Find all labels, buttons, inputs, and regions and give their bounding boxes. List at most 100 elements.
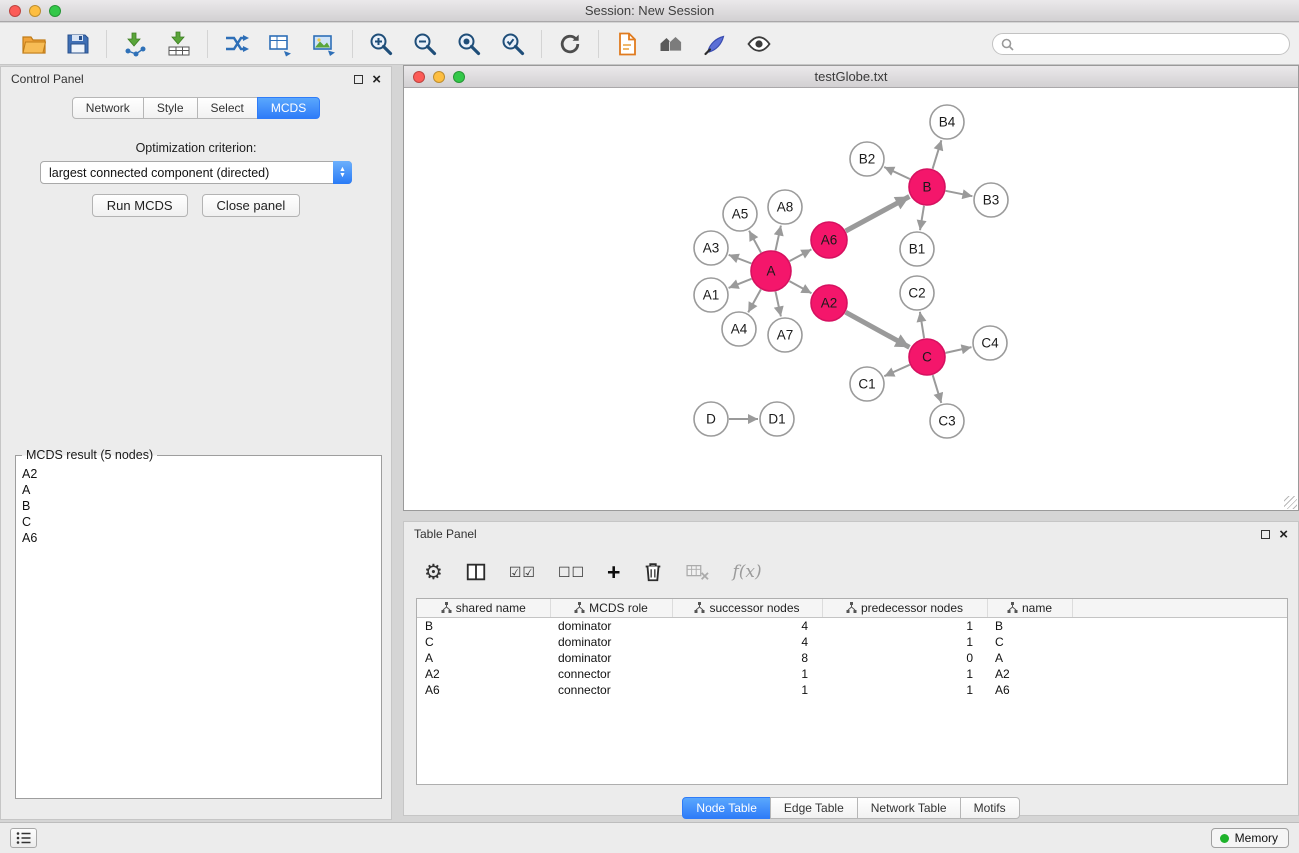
graph-node-A7[interactable]: A7 xyxy=(768,318,802,352)
table-cell[interactable]: A6 xyxy=(987,682,1072,698)
table-row[interactable]: Bdominator41B xyxy=(417,618,1287,635)
graph-node-C3[interactable]: C3 xyxy=(930,404,964,438)
table-cell[interactable]: A xyxy=(417,650,550,666)
table-row[interactable]: Cdominator41C xyxy=(417,634,1287,650)
graph-edge[interactable] xyxy=(789,281,811,293)
graph-edge[interactable] xyxy=(729,279,752,288)
table-row[interactable]: A6connector11A6 xyxy=(417,682,1287,698)
memory-button[interactable]: Memory xyxy=(1211,828,1289,848)
result-item[interactable]: B xyxy=(22,498,375,514)
graph-node-B3[interactable]: B3 xyxy=(974,183,1008,217)
close-panel-icon[interactable]: × xyxy=(372,75,381,84)
table-row[interactable]: Adominator80A xyxy=(417,650,1287,666)
graph-node-B4[interactable]: B4 xyxy=(930,105,964,139)
zoom-fit-button[interactable] xyxy=(455,30,483,58)
result-item[interactable]: A6 xyxy=(22,530,375,546)
column-header[interactable]: successor nodes xyxy=(672,599,822,618)
select-all-rows-icon[interactable]: ☑☑ xyxy=(509,564,536,581)
column-header[interactable]: shared name xyxy=(417,599,550,618)
table-cell[interactable]: dominator xyxy=(550,618,672,635)
result-item[interactable]: A xyxy=(22,482,375,498)
table-cell[interactable]: 8 xyxy=(672,650,822,666)
column-header[interactable]: name xyxy=(987,599,1072,618)
graph-node-A2[interactable]: A2 xyxy=(811,285,847,321)
table-cell[interactable]: 0 xyxy=(822,650,987,666)
graph-node-A1[interactable]: A1 xyxy=(694,278,728,312)
table-cell[interactable]: C xyxy=(417,634,550,650)
graph-node-A4[interactable]: A4 xyxy=(722,312,756,346)
search-input[interactable] xyxy=(1019,37,1281,51)
table-cell[interactable]: B xyxy=(417,618,550,635)
close-table-panel-icon[interactable]: × xyxy=(1279,530,1288,539)
graph-node-B1[interactable]: B1 xyxy=(900,232,934,266)
zoom-out-button[interactable] xyxy=(411,30,439,58)
table-cell[interactable]: A xyxy=(987,650,1072,666)
graph-edge[interactable] xyxy=(946,191,973,196)
toolbar-search[interactable] xyxy=(992,33,1290,55)
tab-edge-table[interactable]: Edge Table xyxy=(770,797,858,819)
graph-node-C1[interactable]: C1 xyxy=(850,367,884,401)
graph-node-D1[interactable]: D1 xyxy=(760,402,794,436)
delete-column-icon[interactable] xyxy=(642,561,664,583)
graph-edge[interactable] xyxy=(920,312,924,338)
table-cell[interactable]: connector xyxy=(550,682,672,698)
graph-edge[interactable] xyxy=(884,365,909,376)
close-window-icon[interactable] xyxy=(9,5,21,17)
graph-edge[interactable] xyxy=(946,347,972,353)
close-network-window-icon[interactable] xyxy=(413,71,425,83)
table-cell[interactable]: dominator xyxy=(550,634,672,650)
graph-edge[interactable] xyxy=(846,312,910,347)
close-panel-button[interactable]: Close panel xyxy=(202,194,301,217)
tab-select[interactable]: Select xyxy=(197,97,258,119)
graph-edge[interactable] xyxy=(920,206,924,230)
minimize-network-window-icon[interactable] xyxy=(433,71,445,83)
table-cell[interactable]: A6 xyxy=(417,682,550,698)
zoom-selected-button[interactable] xyxy=(499,30,527,58)
table-cell[interactable]: dominator xyxy=(550,650,672,666)
column-header[interactable]: MCDS role xyxy=(550,599,672,618)
table-cell[interactable]: B xyxy=(987,618,1072,635)
import-table-button[interactable] xyxy=(165,30,193,58)
export-image-button[interactable] xyxy=(310,30,338,58)
table-cell[interactable]: C xyxy=(987,634,1072,650)
float-panel-icon[interactable] xyxy=(354,75,363,84)
tab-network[interactable]: Network xyxy=(72,97,144,119)
graph-node-B2[interactable]: B2 xyxy=(850,142,884,176)
zoom-in-button[interactable] xyxy=(367,30,395,58)
home-button[interactable] xyxy=(657,30,685,58)
table-cell[interactable]: 1 xyxy=(822,634,987,650)
graph-edge[interactable] xyxy=(933,140,942,169)
table-cell[interactable]: 1 xyxy=(822,666,987,682)
graph-edge[interactable] xyxy=(846,197,910,232)
graph-edge[interactable] xyxy=(790,249,812,261)
function-builder-icon[interactable]: f(x) xyxy=(732,562,761,582)
graph-node-C4[interactable]: C4 xyxy=(973,326,1007,360)
column-header[interactable]: predecessor nodes xyxy=(822,599,987,618)
import-network-button[interactable] xyxy=(121,30,149,58)
resize-grip[interactable] xyxy=(1284,496,1297,509)
graph-edge[interactable] xyxy=(884,167,910,179)
graph-edge[interactable] xyxy=(776,292,781,317)
result-item[interactable]: C xyxy=(22,514,375,530)
graph-node-C[interactable]: C xyxy=(909,339,945,375)
graph-edge[interactable] xyxy=(748,289,761,312)
tab-motifs[interactable]: Motifs xyxy=(960,797,1020,819)
table-cell[interactable]: 1 xyxy=(822,682,987,698)
float-table-panel-icon[interactable] xyxy=(1261,530,1270,539)
graph-edge[interactable] xyxy=(729,255,752,264)
table-cell[interactable]: 4 xyxy=(672,634,822,650)
graph-edge[interactable] xyxy=(776,226,781,251)
network-graph[interactable]: AA2A6BCA1A3A4A5A7A8B1B2B3B4C1C2C3C4DD1 xyxy=(404,89,1298,510)
deselect-all-rows-icon[interactable]: ☐☐ xyxy=(558,564,585,581)
tab-style[interactable]: Style xyxy=(143,97,198,119)
show-columns-icon[interactable] xyxy=(465,561,487,583)
table-cell[interactable]: 4 xyxy=(672,618,822,635)
table-cell[interactable]: 1 xyxy=(822,618,987,635)
add-column-icon[interactable]: + xyxy=(607,562,620,582)
table-cell[interactable]: connector xyxy=(550,666,672,682)
table-cell[interactable]: 1 xyxy=(672,682,822,698)
graph-edge[interactable] xyxy=(933,375,942,403)
run-mcds-button[interactable]: Run MCDS xyxy=(92,194,188,217)
table-cell[interactable]: 1 xyxy=(672,666,822,682)
style-brush-button[interactable] xyxy=(701,30,729,58)
